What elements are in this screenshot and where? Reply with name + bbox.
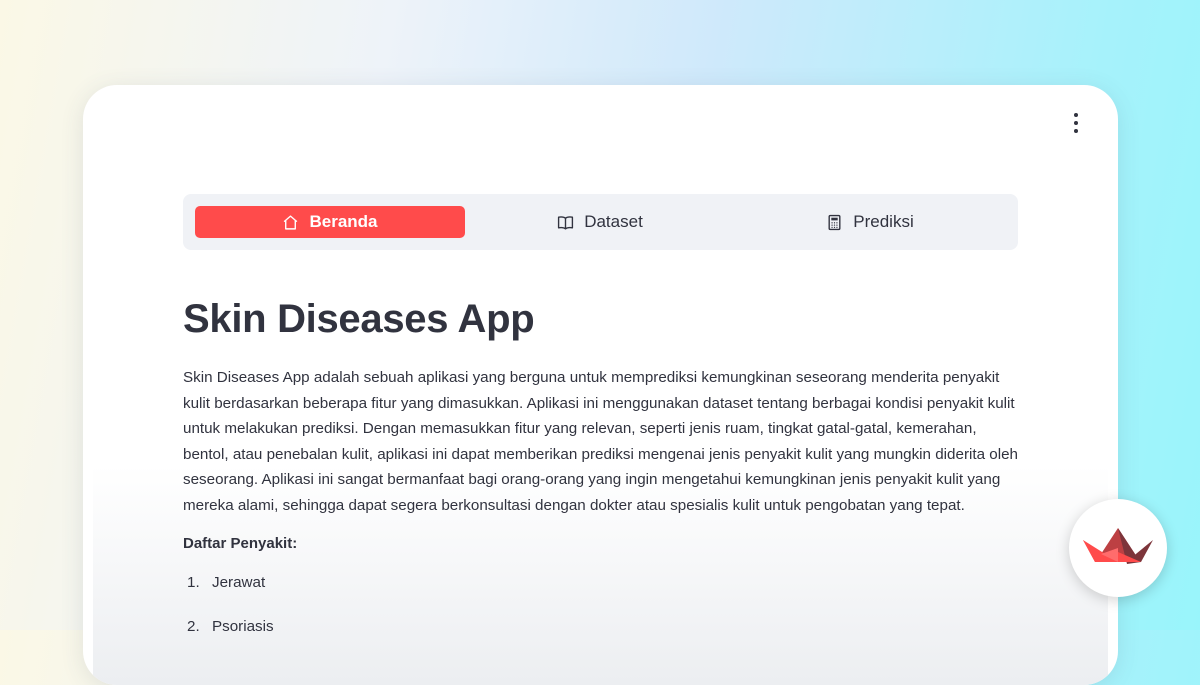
- streamlit-crown-icon: [1083, 528, 1153, 564]
- tab-beranda-label: Beranda: [309, 212, 378, 231]
- nav-bar: Beranda Dataset Prediksi: [183, 194, 1018, 250]
- list-item-label: Psoriasis: [212, 617, 274, 635]
- disease-list-heading: Daftar Penyakit:: [183, 534, 298, 552]
- list-item: 2. Psoriasis: [183, 618, 1018, 662]
- main-content: Skin Diseases App Skin Diseases App adal…: [183, 285, 1018, 662]
- list-item-number: 2.: [187, 617, 200, 635]
- kebab-menu-icon[interactable]: [1068, 113, 1084, 133]
- tab-dataset[interactable]: Dataset: [465, 206, 735, 238]
- calculator-icon: [828, 214, 841, 230]
- list-item: 1. Jerawat: [183, 574, 1018, 618]
- page-title: Skin Diseases App: [183, 297, 535, 341]
- tab-prediksi-label: Prediksi: [853, 212, 914, 231]
- app-window: Beranda Dataset Prediksi Skin Diseases A…: [83, 85, 1118, 685]
- list-item-label: Jerawat: [212, 573, 266, 591]
- tab-beranda[interactable]: Beranda: [195, 206, 465, 238]
- intro-paragraph: Skin Diseases App adalah sebuah aplikasi…: [183, 369, 1018, 514]
- house-icon: [284, 214, 298, 230]
- disease-list: 1. Jerawat 2. Psoriasis: [183, 574, 1018, 662]
- streamlit-badge-button[interactable]: [1069, 499, 1167, 597]
- tab-dataset-label: Dataset: [584, 212, 643, 231]
- tab-prediksi[interactable]: Prediksi: [735, 206, 1005, 238]
- book-icon: [558, 215, 574, 230]
- list-item-number: 1.: [187, 573, 200, 591]
